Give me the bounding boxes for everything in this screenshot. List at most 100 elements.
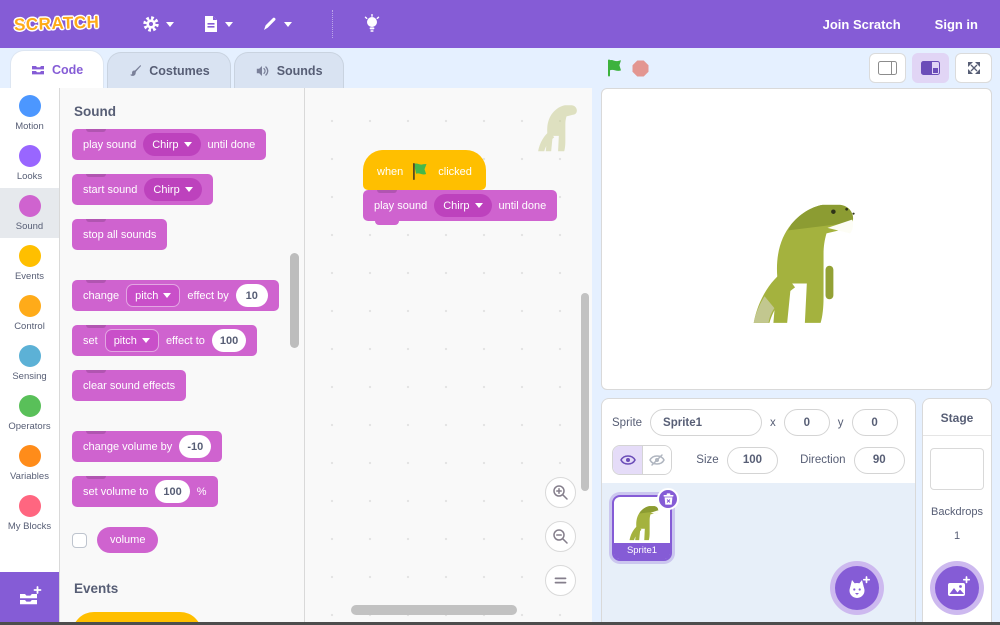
chevron-down-icon: [475, 203, 483, 208]
tab-costumes[interactable]: Costumes: [107, 52, 230, 88]
code-canvas[interactable]: when clicked play sound Chirp: [305, 88, 592, 622]
show-button[interactable]: [613, 446, 642, 474]
x-input[interactable]: 0: [784, 409, 830, 436]
block-palette: Sound play sound Chirp until done start …: [60, 88, 305, 622]
canvas-horizontal-scrollbar[interactable]: [351, 605, 517, 615]
file-icon: [202, 14, 220, 34]
effect-dropdown[interactable]: pitch: [105, 329, 159, 352]
block-when-flag-clicked-partial[interactable]: [72, 612, 202, 622]
hide-button[interactable]: [642, 446, 671, 474]
category-looks[interactable]: Looks: [0, 138, 59, 188]
delete-sprite-button[interactable]: [657, 488, 679, 510]
block-play-sound-until-done[interactable]: play sound Chirp until done: [363, 190, 557, 221]
tab-sounds[interactable]: Sounds: [234, 52, 344, 88]
small-stage-button[interactable]: [869, 53, 906, 83]
zoom-reset-button[interactable]: [545, 565, 576, 596]
block-start-sound[interactable]: start sound Chirp: [72, 174, 213, 205]
palette-scrollbar[interactable]: [290, 253, 299, 348]
operators-dot-icon: [19, 395, 41, 417]
code-blocks-icon: [31, 63, 45, 77]
events-dot-icon: [19, 245, 41, 267]
number-input[interactable]: 100: [155, 480, 189, 503]
looks-dot-icon: [19, 145, 41, 167]
sound-dot-icon: [19, 195, 41, 217]
tab-label: Sounds: [277, 64, 323, 78]
visibility-toggle: [612, 445, 672, 475]
add-sprite-button[interactable]: [835, 566, 879, 610]
direction-input[interactable]: 90: [854, 447, 905, 474]
block-clear-sound-effects[interactable]: clear sound effects: [72, 370, 186, 401]
block-set-pitch-effect[interactable]: set pitch effect to 100: [72, 325, 257, 356]
sprite-list: Sprite1: [602, 483, 915, 622]
y-input[interactable]: 0: [852, 409, 898, 436]
block-change-volume[interactable]: change volume by -10: [72, 431, 222, 462]
dinosaur-sprite[interactable]: [738, 179, 856, 327]
number-input[interactable]: 100: [212, 329, 246, 352]
backdrop-thumbnail[interactable]: [930, 448, 984, 490]
green-flag-button[interactable]: [601, 55, 628, 81]
category-operators[interactable]: Operators: [0, 388, 59, 438]
category-variables[interactable]: Variables: [0, 438, 59, 488]
zoom-controls: [545, 477, 576, 596]
add-extension-button[interactable]: [0, 572, 59, 622]
block-change-pitch-effect[interactable]: change pitch effect by 10: [72, 280, 279, 311]
settings-menu-button[interactable]: [127, 8, 188, 40]
tab-code[interactable]: Code: [10, 50, 104, 88]
stage-column: Sprite Sprite1 x 0 y 0: [592, 48, 1000, 622]
zoom-out-button[interactable]: [545, 521, 576, 552]
backdrop-count: 1: [954, 530, 960, 542]
file-menu-button[interactable]: [188, 8, 247, 40]
sound-dropdown[interactable]: Chirp: [143, 133, 200, 156]
direction-label: Direction: [800, 454, 845, 466]
stop-button[interactable]: [628, 56, 653, 81]
sound-dropdown[interactable]: Chirp: [144, 178, 201, 201]
size-input[interactable]: 100: [727, 447, 778, 474]
block-play-sound-until-done[interactable]: play sound Chirp until done: [72, 129, 266, 160]
number-input[interactable]: -10: [179, 435, 211, 458]
block-stop-all-sounds[interactable]: stop all sounds: [72, 219, 167, 250]
green-flag-icon: [411, 163, 430, 180]
volume-checkbox[interactable]: [72, 533, 87, 548]
large-stage-button[interactable]: [912, 53, 949, 83]
volume-reporter-block[interactable]: volume: [97, 527, 158, 553]
join-scratch-link[interactable]: Join Scratch: [823, 17, 901, 32]
stage-selector-title[interactable]: Stage: [923, 399, 991, 436]
paintbrush-icon: [128, 64, 142, 78]
add-backdrop-icon: [944, 576, 970, 600]
category-myblocks[interactable]: My Blocks: [0, 488, 59, 538]
palette-section-events: Events: [74, 581, 304, 596]
tutorials-button[interactable]: [349, 8, 395, 40]
category-events[interactable]: Events: [0, 238, 59, 288]
scratch-logo[interactable]: SCRATCH: [14, 13, 100, 36]
equals-icon: [553, 573, 568, 588]
sprite-name-input[interactable]: Sprite1: [650, 409, 762, 436]
number-input[interactable]: 10: [236, 284, 268, 307]
sound-dropdown[interactable]: Chirp: [434, 194, 491, 217]
category-sensing[interactable]: Sensing: [0, 338, 59, 388]
stage-controls: [592, 48, 1000, 88]
tab-row: Code Costumes Sounds: [0, 48, 592, 88]
add-extension-icon: [18, 586, 42, 608]
add-backdrop-button[interactable]: [935, 566, 979, 610]
block-when-flag-clicked[interactable]: when clicked: [363, 150, 486, 190]
chevron-down-icon: [163, 293, 171, 298]
block-set-volume[interactable]: set volume to 100 %: [72, 476, 218, 507]
canvas-vertical-scrollbar[interactable]: [581, 293, 589, 491]
category-motion[interactable]: Motion: [0, 88, 59, 138]
sprite-panel: Sprite Sprite1 x 0 y 0: [601, 398, 916, 622]
category-sound[interactable]: Sound: [0, 188, 59, 238]
stage[interactable]: [601, 88, 992, 390]
sprite-thumbnail-sprite1[interactable]: Sprite1: [612, 495, 672, 561]
tab-label: Costumes: [149, 64, 209, 78]
green-flag-icon: [605, 59, 624, 77]
speaker-icon: [255, 64, 270, 78]
zoom-out-icon: [552, 528, 569, 545]
chevron-down-icon: [166, 22, 174, 27]
effect-dropdown[interactable]: pitch: [126, 284, 180, 307]
zoom-in-button[interactable]: [545, 477, 576, 508]
fullscreen-button[interactable]: [955, 53, 992, 83]
edit-menu-button[interactable]: [247, 9, 306, 39]
sign-in-link[interactable]: Sign in: [935, 17, 978, 32]
category-control[interactable]: Control: [0, 288, 59, 338]
sprite-and-stage-panels: Sprite Sprite1 x 0 y 0: [601, 398, 992, 622]
